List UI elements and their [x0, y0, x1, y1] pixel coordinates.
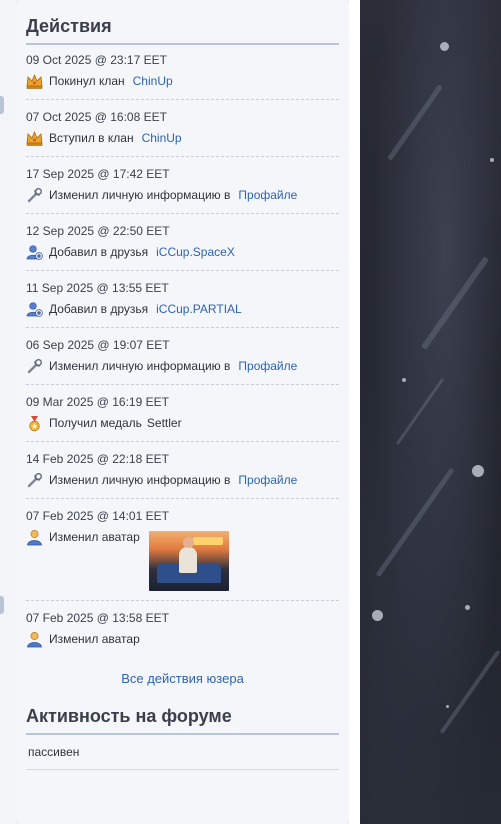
- activity-item: 06 Sep 2025 @ 19:07 EET Изменил личную ин…: [26, 328, 339, 385]
- crown-icon: [26, 73, 43, 90]
- activity-item: 07 Feb 2025 @ 14:01 EET Изменил аватар: [26, 499, 339, 601]
- activity-text: Получил медаль: [49, 416, 142, 430]
- activity-target-link[interactable]: iCCup.SpaceX: [156, 244, 235, 260]
- all-actions-link[interactable]: Все действия юзера: [121, 671, 244, 686]
- wrench-icon: [26, 187, 43, 204]
- background-dot: [440, 42, 449, 51]
- activity-target-link[interactable]: Профайле: [238, 358, 297, 374]
- activity-timestamp: 17 Sep 2025 @ 17:42 EET: [26, 167, 170, 181]
- activity-timestamp: 07 Oct 2025 @ 16:08 EET: [26, 110, 167, 124]
- background-dot: [472, 465, 484, 477]
- background-streak: [387, 84, 443, 161]
- activity-text: Изменил аватар: [49, 530, 140, 544]
- forum-section-title: Активность на форуме: [26, 692, 339, 735]
- avatar-thumbnail[interactable]: [148, 531, 229, 591]
- activity-item: 11 Sep 2025 @ 13:55 EET Добавил в друзья i…: [26, 271, 339, 328]
- activity-timestamp: 11 Sep 2025 @ 13:55 EET: [26, 281, 169, 295]
- background-artwork: [360, 0, 501, 824]
- activity-target-link[interactable]: Профайле: [238, 472, 297, 488]
- activity-text: Изменил аватар: [49, 632, 140, 646]
- add-friend-icon: [26, 301, 43, 318]
- activity-target-link[interactable]: Профайле: [238, 187, 297, 203]
- left-edge-strip: [0, 0, 16, 824]
- activity-text: Вступил в клан: [49, 131, 134, 145]
- actions-panel: Действия 09 Oct 2025 @ 23:17 EET Покинул …: [16, 0, 349, 824]
- activity-action: Получил медаль Settler: [26, 415, 339, 432]
- activity-item: 07 Oct 2025 @ 16:08 EET Вступил в клан Chi…: [26, 100, 339, 157]
- activity-item: 07 Feb 2025 @ 13:58 EET Изменил аватар: [26, 601, 339, 657]
- activity-action: Вступил в клан ChinUp: [26, 130, 339, 147]
- activity-target-link[interactable]: iCCup.PARTIAL: [156, 301, 242, 317]
- activity-timestamp: 07 Feb 2025 @ 13:58 EET: [26, 611, 169, 625]
- medal-name: Settler: [146, 416, 182, 430]
- activity-text: Изменил личную информацию в: [49, 188, 231, 202]
- activity-timestamp: 07 Feb 2025 @ 14:01 EET: [26, 509, 169, 523]
- activity-text: Изменил личную информацию в: [49, 359, 231, 373]
- activity-action: Изменил аватар: [26, 631, 339, 648]
- activity-text: Покинул клан: [49, 74, 125, 88]
- activity-item: 09 Oct 2025 @ 23:17 EET Покинул клан ChinU…: [26, 45, 339, 100]
- wrench-icon: [26, 358, 43, 375]
- left-edge-marker: [0, 96, 4, 114]
- forum-activity-status: пассивен: [26, 735, 339, 770]
- activity-item: 12 Sep 2025 @ 22:50 EET Добавил в друзья i…: [26, 214, 339, 271]
- activity-item: 17 Sep 2025 @ 17:42 EET Изменил личную ин…: [26, 157, 339, 214]
- activity-timestamp: 09 Oct 2025 @ 23:17 EET: [26, 53, 167, 67]
- activity-timestamp: 12 Sep 2025 @ 22:50 EET: [26, 224, 170, 238]
- all-actions-container: Все действия юзера: [26, 657, 339, 692]
- wrench-icon: [26, 472, 43, 489]
- user-icon: [26, 529, 43, 546]
- activity-target-link[interactable]: ChinUp: [142, 130, 182, 146]
- activity-action: Покинул клан ChinUp: [26, 73, 339, 90]
- activity-action: Изменил личную информацию в Профайле: [26, 187, 339, 204]
- activity-timestamp: 09 Mar 2025 @ 16:19 EET: [26, 395, 169, 409]
- user-icon: [26, 631, 43, 648]
- background-streak: [395, 377, 445, 446]
- activity-action: Изменил личную информацию в Профайле: [26, 472, 339, 489]
- activity-item: 14 Feb 2025 @ 22:18 EET Изменил личную ин…: [26, 442, 339, 499]
- background-dot: [446, 705, 449, 708]
- column-gap: [349, 0, 360, 824]
- actions-section-title: Действия: [26, 0, 339, 45]
- background-dot: [372, 610, 383, 621]
- activity-timestamp: 06 Sep 2025 @ 19:07 EET: [26, 338, 170, 352]
- background-streak: [420, 256, 490, 350]
- activity-text: Добавил в друзья: [49, 245, 149, 259]
- activity-action: Добавил в друзья iCCup.PARTIAL: [26, 301, 339, 318]
- background-streak: [375, 467, 455, 578]
- activity-action: Изменил личную информацию в Профайле: [26, 358, 339, 375]
- background-dot: [465, 605, 470, 610]
- activity-list: 09 Oct 2025 @ 23:17 EET Покинул клан ChinU…: [26, 45, 339, 657]
- crown-icon: [26, 130, 43, 147]
- activity-item: 09 Mar 2025 @ 16:19 EET Получил медаль Set…: [26, 385, 339, 442]
- activity-text: Добавил в друзья: [49, 302, 149, 316]
- activity-action: Добавил в друзья iCCup.SpaceX: [26, 244, 339, 261]
- medal-icon: [26, 415, 43, 432]
- activity-action: Изменил аватар: [26, 529, 339, 591]
- activity-timestamp: 14 Feb 2025 @ 22:18 EET: [26, 452, 169, 466]
- add-friend-icon: [26, 244, 43, 261]
- activity-target-link[interactable]: ChinUp: [133, 73, 173, 89]
- activity-text: Изменил личную информацию в: [49, 473, 231, 487]
- background-dot: [490, 158, 494, 162]
- background-streak: [439, 649, 501, 735]
- left-edge-marker: [0, 596, 4, 614]
- background-dot: [402, 378, 406, 382]
